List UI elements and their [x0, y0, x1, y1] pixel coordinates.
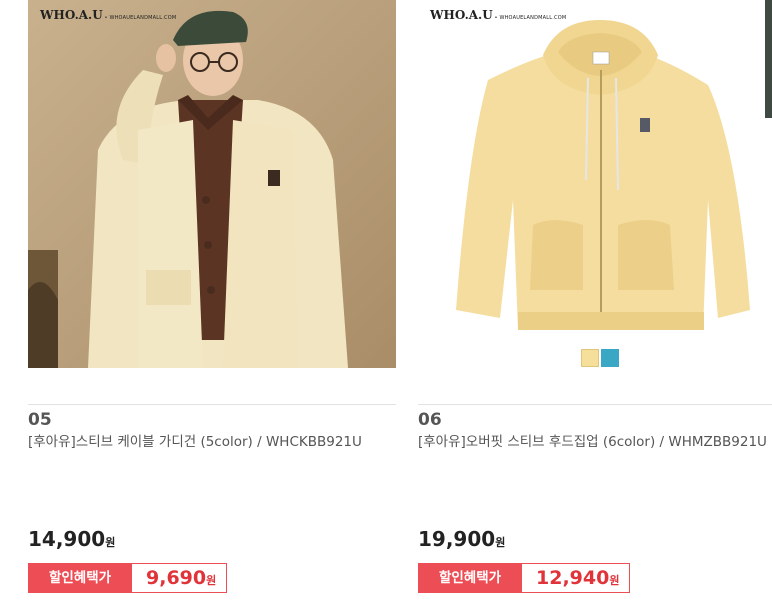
product-image[interactable]: WHO.A.U • WHOAUELANDMALL.COM	[28, 0, 396, 368]
original-price: 14,900원	[28, 527, 116, 551]
color-swatch-yellow[interactable]	[581, 349, 599, 367]
product-name-link[interactable]: [후아유]스티브 케이블 가디건 (5color) / WHCKBB921U	[28, 432, 380, 453]
product-number: 06	[418, 410, 442, 430]
discount-label: 할인혜택가	[28, 563, 132, 593]
product-name-link[interactable]: [후아유]오버핏 스티브 후드집업 (6color) / WHMZBB921U	[418, 432, 770, 453]
product-image[interactable]: WHO.A.U • WHOAUELANDMALL.COM	[418, 0, 772, 368]
discount-price-box: 할인혜택가 9,690원	[28, 563, 228, 593]
color-swatch-blue[interactable]	[601, 349, 619, 367]
color-swatches	[581, 349, 619, 367]
product-card[interactable]: WHO.A.U • WHOAUELANDMALL.COM 06 [후아유]오버핏…	[418, 0, 772, 607]
discount-price-box: 할인혜택가 12,940원	[418, 563, 631, 593]
brand-logo: WHO.A.U • WHOAUELANDMALL.COM	[430, 8, 567, 22]
sale-price: 12,940원	[522, 563, 631, 593]
divider	[28, 404, 396, 405]
divider	[418, 404, 772, 405]
discount-label: 할인혜택가	[418, 563, 522, 593]
next-product-image-edge	[765, 0, 772, 118]
sale-price: 9,690원	[132, 563, 228, 593]
product-card[interactable]: WHO.A.U • WHOAUELANDMALL.COM 05 [후아유]스티브…	[28, 0, 396, 607]
product-number: 05	[28, 410, 52, 430]
original-price: 19,900원	[418, 527, 506, 551]
cardigan-model-photo	[28, 0, 396, 368]
hoodie-product-photo	[456, 20, 750, 330]
brand-logo: WHO.A.U • WHOAUELANDMALL.COM	[40, 8, 177, 22]
